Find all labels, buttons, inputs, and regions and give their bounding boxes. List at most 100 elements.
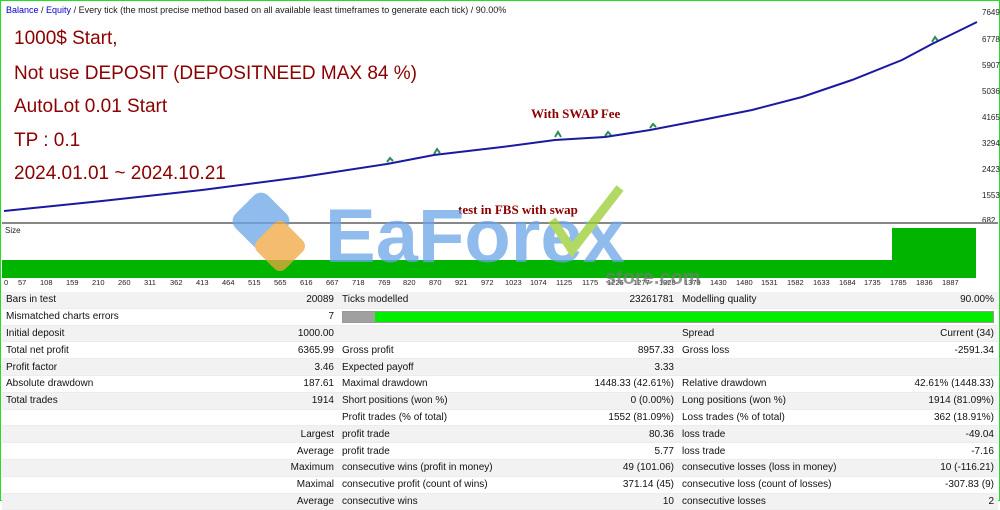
avg-profit-value: 5.77 [568, 442, 678, 460]
table-row: Bars in test 20089 Ticks modelled 232617… [2, 292, 998, 309]
largest-loss-label: loss trade [678, 425, 908, 444]
loss-trades-value: 362 (18.91%) [908, 409, 998, 427]
x-tick: 565 [274, 278, 287, 287]
size-bar-high [892, 228, 976, 278]
max-cons-losses-label: consecutive losses (loss in money) [678, 459, 908, 477]
x-tick: 362 [170, 278, 183, 287]
x-tick: 718 [352, 278, 365, 287]
ticks-value: 23261781 [568, 292, 678, 309]
x-tick: 413 [196, 278, 209, 287]
profit-factor-value: 3.46 [266, 358, 338, 376]
annotation-start: 1000$ Start, [14, 28, 118, 49]
x-tick: 1735 [864, 278, 881, 287]
x-tick: 1277 [633, 278, 650, 287]
largest-profit-label: profit trade [338, 425, 568, 444]
x-tick: 210 [92, 278, 105, 287]
size-bars-svg [2, 228, 976, 278]
table-row: Total net profit 6365.99 Gross profit 89… [2, 341, 998, 360]
quality-value: 90.00% [908, 292, 998, 309]
maximal-label: Maximal [266, 476, 338, 494]
x-tick: 57 [18, 278, 27, 287]
expected-payoff-value: 3.33 [568, 358, 678, 376]
equity-curve [386, 35, 939, 163]
x-tick: 515 [248, 278, 261, 287]
y-tick: 7649 [982, 8, 1000, 17]
x-tick: 108 [40, 278, 53, 287]
x-tick: 972 [481, 278, 494, 287]
profit-trades-value: 1552 (81.09%) [568, 409, 678, 427]
balance-link[interactable]: Balance [6, 5, 39, 15]
x-tick: 1328 [659, 278, 676, 287]
net-profit-value: 6365.99 [266, 341, 338, 360]
x-tick: 921 [455, 278, 468, 287]
total-trades-label: Total trades [2, 392, 266, 410]
rel-drawdown-value: 42.61% (1448.33) [908, 375, 998, 393]
report-table: Bars in test 20089 Ticks modelled 232617… [2, 292, 998, 510]
x-tick: 1836 [916, 278, 933, 287]
x-tick: 1480 [736, 278, 753, 287]
annotation-period: 2024.01.01 ~ 2024.10.21 [14, 163, 226, 184]
mismatch-label: Mismatched charts errors [2, 308, 266, 326]
quality-label: Modelling quality [678, 292, 908, 309]
avg-cons-wins-value: 10 [568, 493, 678, 510]
table-row: Maximal consecutive profit (count of win… [2, 476, 998, 494]
x-tick: 1633 [813, 278, 830, 287]
spread-label: Spread [678, 325, 908, 343]
profit-factor-label: Profit factor [2, 358, 266, 376]
annotation-fbs: test in FBS with swap [458, 202, 578, 217]
annotation-autolot: AutoLot 0.01 Start [14, 96, 168, 117]
max-cons-loss-value: -307.83 (9) [908, 476, 998, 494]
max-cons-wins-label: consecutive wins (profit in money) [338, 459, 568, 477]
average-label: Average [266, 442, 338, 460]
bars-label: Bars in test [2, 292, 266, 309]
x-tick: 1379 [684, 278, 701, 287]
table-row: Mismatched charts errors 7 [2, 308, 998, 326]
equity-link[interactable]: Equity [46, 5, 71, 15]
modelling-quality-bar [342, 310, 994, 323]
x-tick: 769 [378, 278, 391, 287]
x-tick: 820 [403, 278, 416, 287]
balance-chart: Balance / Equity / Every tick (the most … [2, 2, 1000, 225]
loss-trades-label: Loss trades (% of total) [678, 409, 908, 427]
x-tick: 464 [222, 278, 235, 287]
largest-label: Largest [266, 425, 338, 444]
abs-drawdown-value: 187.61 [266, 375, 338, 393]
gross-profit-label: Gross profit [338, 341, 568, 360]
annotation-tp: TP : 0.1 [14, 130, 81, 151]
y-tick: 4165 [982, 113, 1000, 122]
table-row: Total trades 1914 Short positions (won %… [2, 392, 998, 410]
separator: / [38, 5, 47, 15]
table-row: Average profit trade 5.77 loss trade -7.… [2, 442, 998, 460]
size-bar-low [2, 260, 892, 278]
long-pos-value: 1914 (81.09%) [908, 392, 998, 410]
quality-bar-gray [343, 311, 375, 322]
spread-value: Current (34) [908, 325, 998, 343]
bars-value: 20089 [266, 292, 338, 309]
table-row: Profit factor 3.46 Expected payoff 3.33 [2, 358, 998, 376]
deposit-value: 1000.00 [266, 325, 338, 343]
max-cons-loss-label: consecutive loss (count of losses) [678, 476, 908, 494]
avg-cons-losses-value: 2 [908, 493, 998, 510]
mismatch-value: 7 [266, 308, 338, 326]
gross-profit-value: 8957.33 [568, 341, 678, 360]
expected-payoff-label: Expected payoff [338, 358, 568, 376]
x-tick: 1023 [505, 278, 522, 287]
table-row: Profit trades (% of total) 1552 (81.09%)… [2, 409, 998, 427]
gross-loss-label: Gross loss [678, 341, 908, 360]
y-tick: 5036 [982, 87, 1000, 96]
largest-loss-value: -49.04 [908, 425, 998, 444]
net-profit-label: Total net profit [2, 341, 266, 360]
x-tick: 1531 [761, 278, 778, 287]
x-tick: 1430 [710, 278, 727, 287]
long-pos-label: Long positions (won %) [678, 392, 908, 410]
max-cons-profit-value: 371.14 (45) [568, 476, 678, 494]
x-tick: 870 [429, 278, 442, 287]
max-cons-profit-label: consecutive profit (count of wins) [338, 476, 568, 494]
avg-profit-label: profit trade [338, 442, 568, 460]
y-tick: 6778 [982, 35, 1000, 44]
average2-label: Average [266, 493, 338, 510]
profit-trades-label: Profit trades (% of total) [338, 409, 568, 427]
x-tick: 1074 [530, 278, 547, 287]
short-pos-label: Short positions (won %) [338, 392, 568, 410]
quality-bar-green [375, 311, 993, 322]
